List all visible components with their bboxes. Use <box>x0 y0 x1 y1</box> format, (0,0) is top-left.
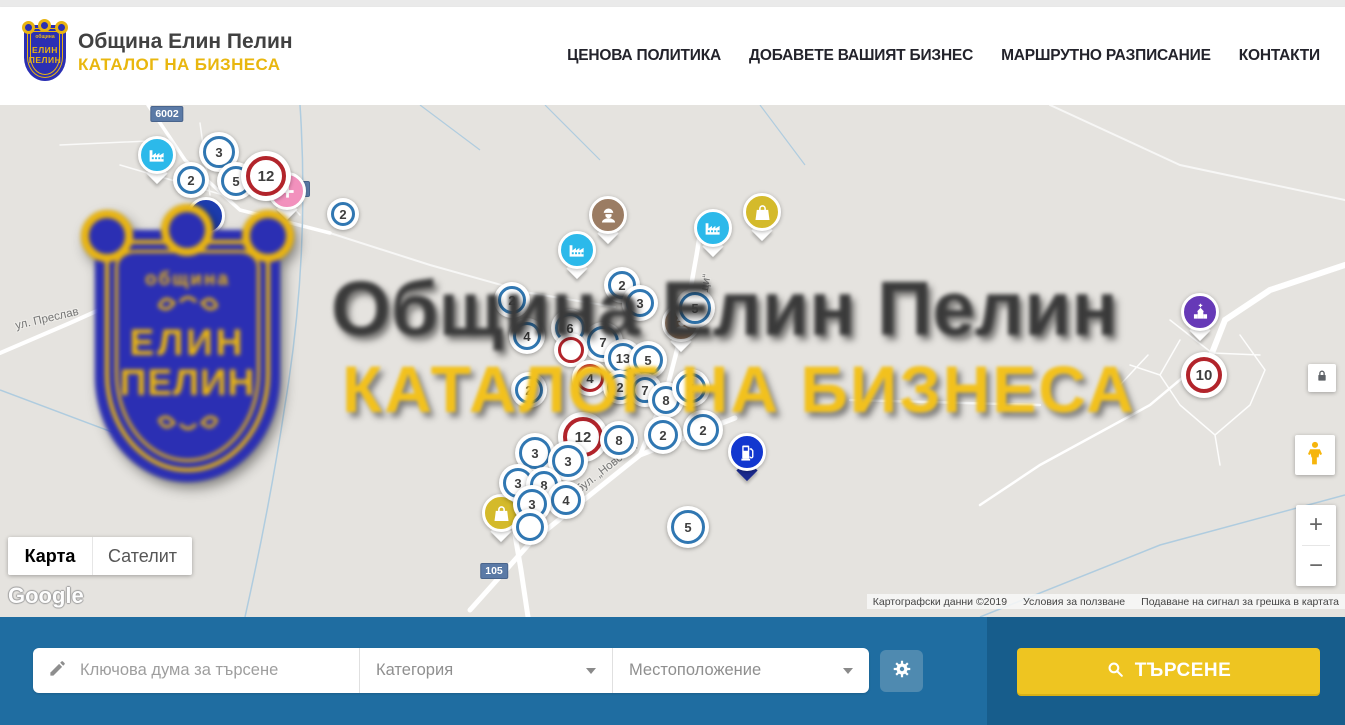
map-marker-cluster[interactable]: 2 <box>494 282 530 318</box>
map-marker-cluster[interactable]: 2 <box>327 198 359 230</box>
zoom-out-button[interactable]: − <box>1296 546 1336 586</box>
map-marker-cluster[interactable]: 2 <box>173 162 209 198</box>
site-title: Община Елин Пелин <box>78 30 293 54</box>
map-marker-cluster[interactable]: 5 <box>675 288 715 328</box>
category-dropdown[interactable]: Категория <box>360 648 613 693</box>
map-marker-cluster[interactable]: 2 <box>511 372 547 408</box>
lock-button[interactable] <box>1308 364 1336 392</box>
lock-icon <box>1314 368 1330 389</box>
zoom-control: + − <box>1296 505 1336 586</box>
attribution-copyright: Картографски данни ©2019 <box>873 596 1007 608</box>
nav-item-contacts[interactable]: КОНТАКТИ <box>1239 47 1320 65</box>
map-marker-cluster[interactable]: 4 <box>672 369 710 407</box>
worker-icon <box>598 205 619 226</box>
search-bar: Категория Местоположение ТЪРСЕНЕ <box>0 617 1345 725</box>
keyword-input[interactable] <box>78 660 352 681</box>
map-marker-cluster[interactable]: 12 <box>241 151 291 201</box>
keyword-field[interactable] <box>33 648 360 693</box>
page: община ЕЛИН ПЕЛИН Община Елин Пелин КАТА… <box>0 0 1345 725</box>
report-error-link[interactable]: Подаване на сигнал за грешка в картата <box>1141 596 1339 608</box>
map-marker-cluster[interactable]: 10 <box>1181 352 1227 398</box>
map-type-control: Карта Сателит <box>8 537 192 575</box>
search-button-label: ТЪРСЕНЕ <box>1135 660 1232 682</box>
map-marker-cluster[interactable]: 4 <box>547 481 585 519</box>
nav-item-add-business[interactable]: ДОБАВЕТЕ ВАШИЯТ БИЗНЕС <box>749 47 973 65</box>
location-dropdown[interactable]: Местоположение <box>613 648 869 693</box>
advanced-settings-button[interactable] <box>880 650 923 692</box>
pegman-icon <box>1302 440 1328 471</box>
map-pin-factory-icon[interactable] <box>694 209 732 247</box>
map-pin-church-icon[interactable] <box>1181 293 1219 331</box>
search-icon <box>1106 660 1125 682</box>
map-type-satellite-button[interactable]: Сателит <box>92 537 192 575</box>
map-pin-plain[interactable] <box>187 197 225 235</box>
map-pin-factory-icon[interactable] <box>138 136 176 174</box>
map-marker-cluster[interactable]: 4 <box>509 318 545 354</box>
map-pin-fuel-icon[interactable] <box>728 433 766 471</box>
map-marker-cluster[interactable]: 3 <box>622 285 658 321</box>
map-marker-cluster[interactable]: 8 <box>600 421 638 459</box>
main-nav: ЦЕНОВА ПОЛИТИКА ДОБАВЕТЕ ВАШИЯТ БИЗНЕС М… <box>567 7 1320 105</box>
map-canvas[interactable]: ул. Преславбул. „Новоселщи“6002105 32512… <box>0 105 1345 617</box>
search-field-group: Категория Местоположение <box>33 648 869 693</box>
header: община ЕЛИН ПЕЛИН Община Елин Пелин КАТА… <box>0 7 1345 106</box>
chevron-down-icon <box>586 668 596 674</box>
map-marker-cluster[interactable] <box>512 509 548 545</box>
chevron-down-icon <box>843 668 853 674</box>
factory-icon <box>567 240 588 261</box>
gear-icon <box>891 658 913 685</box>
bag-icon <box>491 503 512 524</box>
location-value: Местоположение <box>629 661 761 680</box>
church-icon <box>1190 302 1211 323</box>
factory-icon <box>147 145 168 166</box>
fuel-icon <box>737 442 758 463</box>
nav-item-pricing[interactable]: ЦЕНОВА ПОЛИТИКА <box>567 47 721 65</box>
category-value: Категория <box>376 661 453 680</box>
map-pin-worker-icon[interactable] <box>589 196 627 234</box>
map-pin-factory-icon[interactable] <box>558 231 596 269</box>
bag-icon <box>752 202 773 223</box>
pencil-icon <box>48 659 67 683</box>
factory-icon <box>703 218 724 239</box>
google-logo[interactable]: Google <box>8 583 84 609</box>
map-marker-cluster[interactable]: 2 <box>644 416 682 454</box>
municipality-crest-logo: община ЕЛИН ПЕЛИН <box>22 21 68 83</box>
map-pin-bag-icon[interactable] <box>743 193 781 231</box>
road-badge: 105 <box>480 563 508 579</box>
map-type-map-button[interactable]: Карта <box>8 537 92 575</box>
map-marker-cluster[interactable]: 5 <box>667 506 709 548</box>
top-strip <box>0 0 1345 7</box>
header-logo[interactable]: община ЕЛИН ПЕЛИН Община Елин Пелин КАТА… <box>22 21 293 83</box>
pegman-button[interactable] <box>1295 435 1335 475</box>
nav-item-route-schedule[interactable]: МАРШРУТНО РАЗПИСАНИЕ <box>1001 47 1211 65</box>
terms-link[interactable]: Условия за ползване <box>1023 596 1125 608</box>
map-marker-cluster[interactable]: 2 <box>683 410 723 450</box>
search-button[interactable]: ТЪРСЕНЕ <box>1017 648 1320 694</box>
map-attribution: Картографски данни ©2019 Условия за полз… <box>867 594 1345 609</box>
road-badge: 6002 <box>150 106 183 122</box>
zoom-in-button[interactable]: + <box>1296 505 1336 545</box>
site-subtitle: КАТАЛОГ НА БИЗНЕСА <box>78 54 293 75</box>
